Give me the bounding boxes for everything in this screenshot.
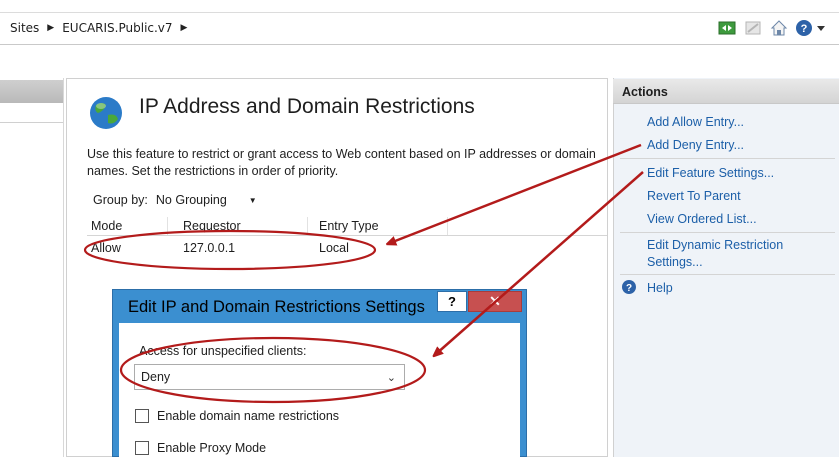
globe-icon	[86, 93, 126, 137]
address-bar: Sites ▶ EUCARIS.Public.v7 ▶ ?	[0, 12, 839, 45]
help-icon[interactable]: ?	[621, 279, 637, 299]
connections-panel	[0, 78, 64, 457]
actions-divider	[620, 158, 835, 159]
dialog-close-button[interactable]: ✕	[468, 291, 522, 312]
breadcrumb: Sites ▶ EUCARIS.Public.v7 ▶	[10, 21, 187, 35]
toolbar: ?	[717, 18, 829, 38]
breadcrumb-site[interactable]: EUCARIS.Public.v7	[62, 21, 172, 35]
page-title: IP Address and Domain Restrictions	[139, 95, 475, 118]
breadcrumb-separator-icon[interactable]: ▶	[181, 23, 188, 33]
column-header-mode[interactable]: Mode	[91, 219, 122, 233]
column-header-requestor[interactable]: Requestor	[183, 219, 241, 233]
edit-dynamic-restriction-link[interactable]: Edit Dynamic Restriction	[647, 237, 783, 254]
toolbar-spacer	[0, 48, 839, 78]
chevron-down-icon[interactable]: ⌄	[387, 371, 396, 384]
column-divider	[167, 217, 168, 235]
feature-description: Use this feature to restrict or grant ac…	[87, 147, 596, 178]
access-select[interactable]: Deny ⌄	[134, 364, 405, 390]
help-dropdown-icon[interactable]: ?	[795, 18, 829, 38]
table-header: Mode Requestor Entry Type	[87, 217, 607, 236]
checkbox-icon[interactable]	[135, 409, 149, 423]
cell-entry-type: Local	[319, 241, 349, 255]
enable-domain-restrictions-checkbox[interactable]: Enable domain name restrictions	[135, 409, 339, 423]
edit-feature-settings-link[interactable]: Edit Feature Settings...	[647, 165, 774, 182]
column-header-entry-type[interactable]: Entry Type	[319, 219, 379, 233]
table-row[interactable]: Allow 127.0.0.1 Local	[87, 239, 607, 259]
access-label: Access for unspecified clients:	[139, 344, 307, 358]
checkbox-icon[interactable]	[135, 441, 149, 455]
group-by-label: Group by:	[93, 193, 148, 207]
dropdown-arrow-icon[interactable]: ▼	[249, 196, 257, 205]
help-link[interactable]: Help	[647, 280, 673, 297]
svg-text:?: ?	[626, 283, 632, 294]
cell-requestor: 127.0.0.1	[183, 241, 236, 255]
connect-icon[interactable]	[717, 18, 737, 38]
checkbox-label: Enable domain name restrictions	[157, 409, 340, 423]
access-select-value: Deny	[141, 370, 171, 384]
add-allow-entry-link[interactable]: Add Allow Entry...	[647, 114, 744, 131]
group-by-control[interactable]: Group by: No Grouping ▼	[93, 193, 257, 207]
checkbox-label: Enable Proxy Mode	[157, 441, 267, 455]
view-ordered-list-link[interactable]: View Ordered List...	[647, 211, 757, 228]
home-icon[interactable]	[769, 18, 789, 38]
column-divider	[447, 217, 448, 235]
breadcrumb-sites[interactable]: Sites	[10, 21, 39, 35]
connections-header	[0, 80, 63, 103]
column-divider	[307, 217, 308, 235]
actions-divider	[620, 274, 835, 275]
add-deny-entry-link[interactable]: Add Deny Entry...	[647, 137, 744, 154]
disabled-icon[interactable]	[743, 18, 763, 38]
svg-text:?: ?	[801, 23, 808, 35]
group-by-value[interactable]: No Grouping	[156, 193, 227, 207]
dialog-title: Edit IP and Domain Restrictions Settings	[128, 298, 425, 316]
actions-divider	[620, 232, 835, 233]
breadcrumb-separator-icon[interactable]: ▶	[47, 23, 54, 33]
edit-dynamic-restriction-link-line2[interactable]: Settings...	[647, 254, 703, 271]
connections-divider	[0, 122, 63, 123]
enable-proxy-mode-checkbox[interactable]: Enable Proxy Mode	[135, 441, 266, 455]
actions-title: Actions	[622, 85, 668, 99]
cell-mode: Allow	[91, 241, 121, 255]
revert-to-parent-link[interactable]: Revert To Parent	[647, 188, 741, 205]
dialog-help-button[interactable]: ?	[437, 291, 467, 312]
